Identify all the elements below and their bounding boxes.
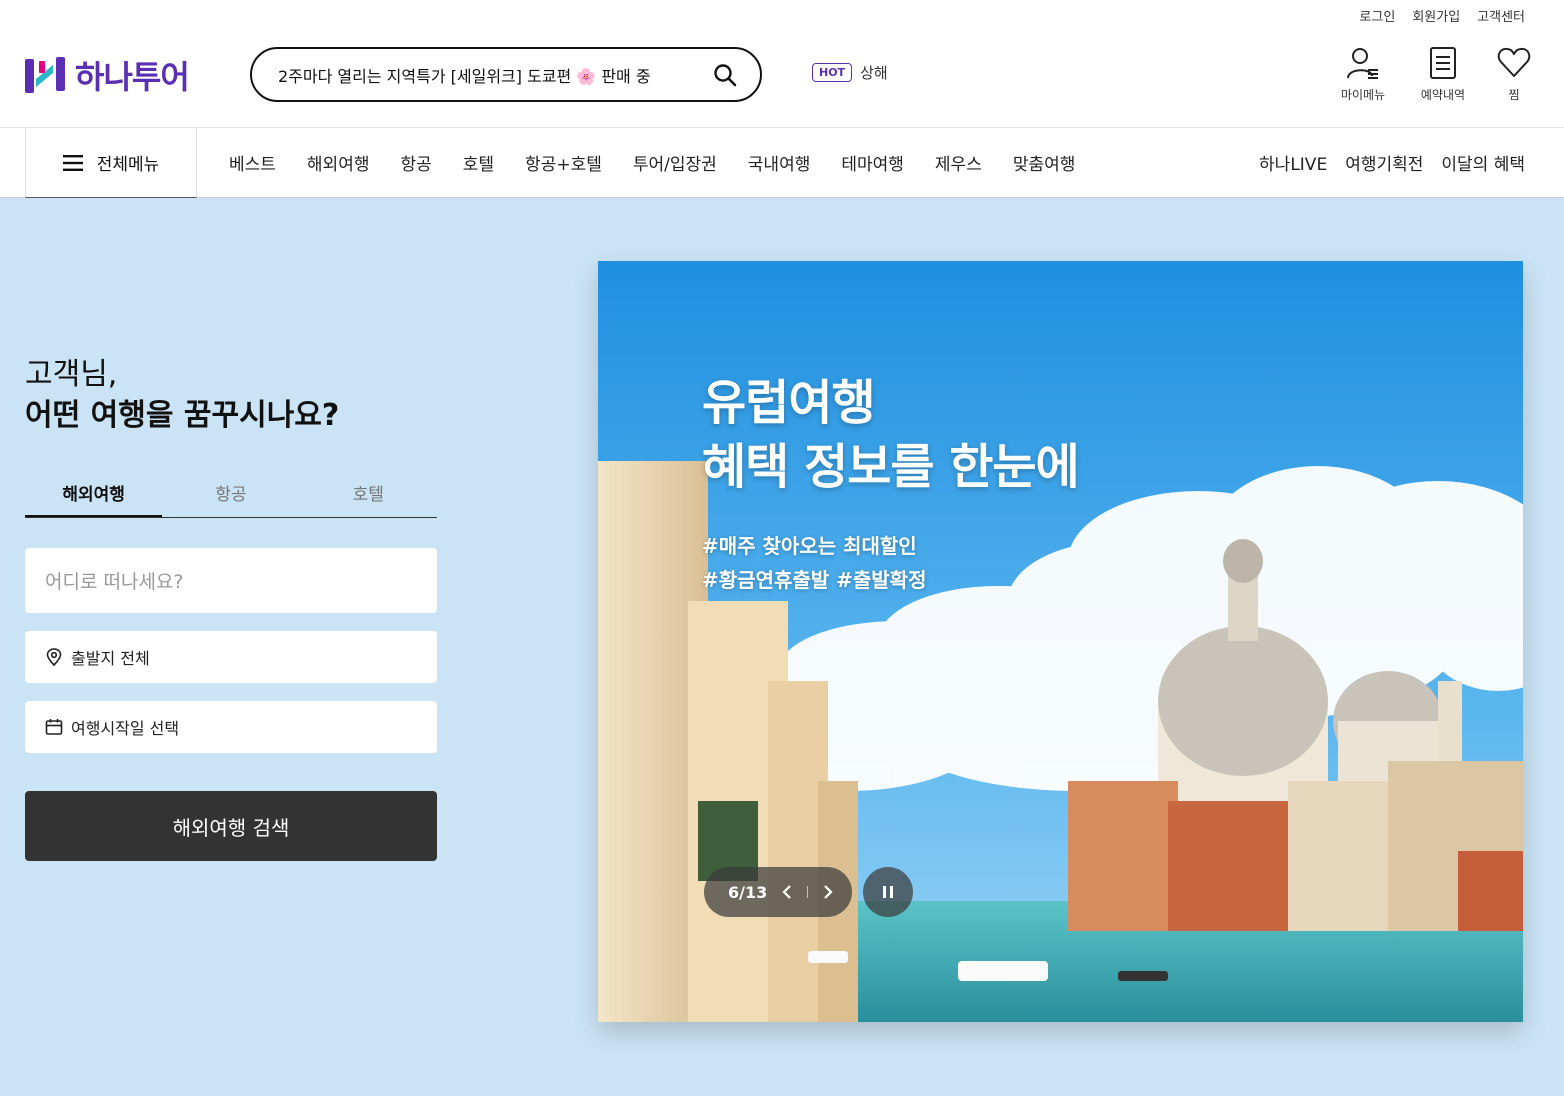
origin-value: 출발지 전체 [71,649,150,668]
banner-tags: #매주 찾아오는 최대할인 #황금연휴출발 #출발확정 [702,529,926,597]
search-tabs: 해외여행 항공 호텔 [25,468,437,518]
gnb-item-domestic[interactable]: 국내여행 [748,150,811,175]
gnb-right-menu: 하나LIVE 여행기획전 이달의 혜택 [1259,150,1525,175]
gnb-menu: 베스트 해외여행 항공 호텔 항공+호텔 투어/입장권 국내여행 테마여행 제우… [229,150,1075,175]
calendar-icon [45,719,63,735]
banner-next-button[interactable] [818,882,838,902]
wishlist-button[interactable]: 찜 [1494,46,1534,103]
gnb-item-flight-hotel[interactable]: 항공+호텔 [525,150,602,175]
banner-title-line2: 혜택 정보를 한눈에 [702,439,1080,495]
pause-icon [883,886,893,898]
all-menu-button[interactable]: 전체메뉴 [25,128,197,198]
login-link[interactable]: 로그인 [1359,6,1395,25]
search-bar[interactable]: 2주마다 열리는 지역특가 [세일위크] 도쿄편 🌸 판매 중 [250,47,762,102]
logo-text: 하나투어 [75,58,190,96]
hot-badge: HOT [812,63,853,82]
mymenu-label: 마이메뉴 [1340,88,1386,102]
header-icons: 마이메뉴 예약내역 찜 [1334,46,1534,103]
gnb-item-custom[interactable]: 맞춤여행 [1013,150,1076,175]
gnb-item-exhibition[interactable]: 여행기획전 [1345,150,1423,175]
greeting: 고객님, 어떤 여행을 꿈꾸시나요? [25,355,339,437]
utility-links: 로그인 회원가입 고객센터 [1359,6,1525,25]
hamburger-icon [62,154,83,171]
reservations-label: 예약내역 [1420,88,1466,102]
chevron-left-icon [782,885,792,899]
overseas-search-button[interactable]: 해외여행 검색 [25,791,437,861]
origin-select[interactable]: 출발지 전체 [25,631,437,683]
banner-tag-line1: #매주 찾아오는 최대할인 [702,534,917,558]
gnb-item-best[interactable]: 베스트 [229,150,276,175]
date-value: 여행시작일 선택 [71,719,180,738]
greeting-line2: 어떤 여행을 꿈꾸시나요? [25,398,340,433]
pager-divider [807,886,809,898]
greeting-line1: 고객님, [25,357,118,392]
customer-center-link[interactable]: 고객센터 [1477,6,1525,25]
hot-keyword[interactable]: HOT 상해 [812,62,888,83]
location-pin-icon [46,648,62,666]
destination-input[interactable]: 어디로 떠나세요? [25,548,437,613]
banner-title: 유럽여행 혜택 정보를 한눈에 [702,371,1080,499]
logo-mark-icon [25,57,65,93]
tab-flight[interactable]: 항공 [162,468,299,517]
chevron-right-icon [824,885,833,899]
banner-pause-button[interactable] [863,867,913,917]
gnb-item-tour-ticket[interactable]: 투어/입장권 [633,150,717,175]
global-navigation: 전체메뉴 베스트 해외여행 항공 호텔 항공+호텔 투어/입장권 국내여행 테마… [0,128,1564,198]
banner-prev-button[interactable] [777,882,797,902]
logo[interactable]: 하나투어 [25,52,190,98]
document-icon [1430,47,1456,79]
search-icon [714,63,737,86]
mymenu-button[interactable]: 마이메뉴 [1334,46,1392,103]
main-banner[interactable]: 유럽여행 혜택 정보를 한눈에 #매주 찾아오는 최대할인 #황금연휴출발 #출… [598,261,1523,1022]
hot-keyword-text[interactable]: 상해 [860,62,888,83]
all-menu-label: 전체메뉴 [96,155,160,175]
gnb-item-theme[interactable]: 테마여행 [841,150,904,175]
gnb-item-overseas[interactable]: 해외여행 [307,150,370,175]
wishlist-label: 찜 [1508,88,1520,102]
banner-title-line1: 유럽여행 [702,375,876,431]
banner-pager-count: 6/13 [728,882,768,902]
gnb-item-zeus[interactable]: 제우스 [935,150,982,175]
gnb-item-flight[interactable]: 항공 [400,150,431,175]
tab-hotel[interactable]: 호텔 [300,468,437,517]
gnb-item-hana-live[interactable]: 하나LIVE [1259,150,1327,175]
banner-pager: 6/13 [704,867,852,917]
user-icon [1347,48,1378,79]
tab-overseas[interactable]: 해외여행 [25,468,163,517]
search-button[interactable] [710,60,740,90]
heart-icon [1497,47,1531,77]
search-input[interactable]: 2주마다 열리는 지역특가 [세일위크] 도쿄편 🌸 판매 중 [278,63,710,87]
banner-tag-line2: #황금연휴출발 #출발확정 [702,568,927,592]
signup-link[interactable]: 회원가입 [1412,6,1460,25]
date-select[interactable]: 여행시작일 선택 [25,701,437,753]
gnb-item-hotel[interactable]: 호텔 [463,150,494,175]
gnb-item-monthly-benefit[interactable]: 이달의 혜택 [1441,150,1525,175]
reservations-button[interactable]: 예약내역 [1414,46,1472,103]
header: 로그인 회원가입 고객센터 하나투어 2주마다 열리는 지역특가 [세일위크] … [0,0,1564,128]
